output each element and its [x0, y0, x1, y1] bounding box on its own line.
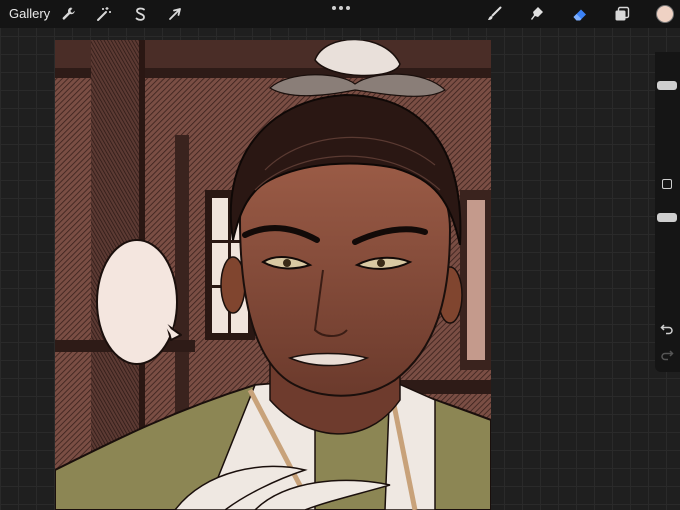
arrow-cursor-icon[interactable] [165, 4, 185, 24]
brush-size-thumb[interactable] [657, 81, 677, 90]
selection-s-icon[interactable] [130, 4, 150, 24]
modify-button[interactable] [662, 179, 672, 189]
top-toolbar: Gallery [0, 0, 680, 28]
manga-illustration [55, 40, 491, 510]
artwork-canvas[interactable] [55, 40, 491, 510]
gallery-button[interactable]: Gallery [9, 6, 50, 21]
brush-icon[interactable] [484, 4, 504, 24]
magic-wand-icon[interactable] [94, 4, 114, 24]
brush-size-slider[interactable] [655, 52, 680, 160]
opacity-slider[interactable] [655, 194, 680, 304]
ellipsis-icon[interactable] [332, 3, 350, 13]
eraser-icon[interactable] [570, 4, 590, 24]
undo-icon[interactable] [660, 322, 674, 336]
layers-icon[interactable] [612, 4, 632, 24]
redo-icon[interactable] [660, 348, 674, 362]
smudge-icon[interactable] [527, 4, 547, 24]
wrench-icon[interactable] [59, 4, 79, 24]
opacity-thumb[interactable] [657, 213, 677, 222]
color-swatch[interactable] [656, 5, 674, 23]
